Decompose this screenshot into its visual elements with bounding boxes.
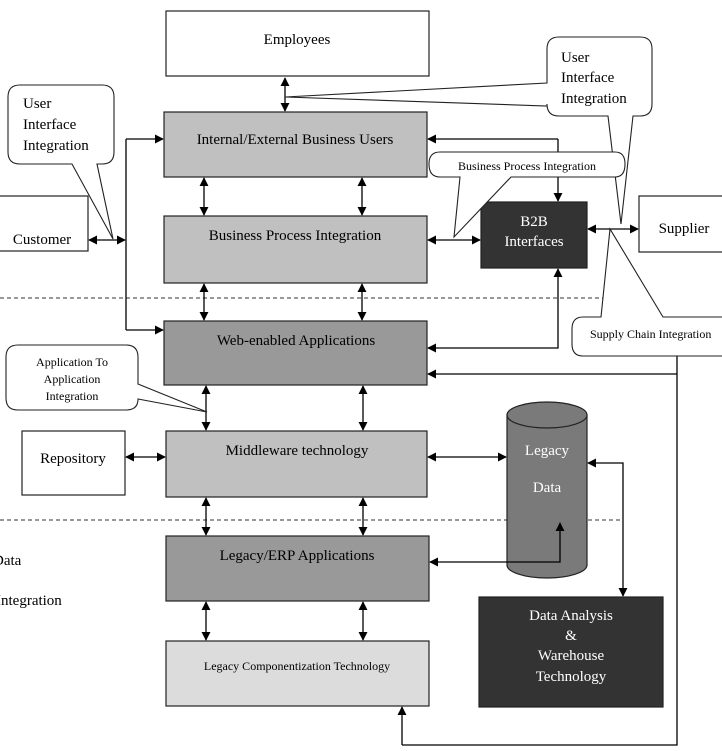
svg-text:B2B: B2B xyxy=(520,214,548,230)
svg-text:Legacy/ERP Applications: Legacy/ERP Applications xyxy=(220,548,375,564)
middleware-technology-box: Middleware technology xyxy=(165,430,428,498)
data-analysis-warehouse-box: Data Analysis & Warehouse Technology xyxy=(478,596,664,708)
svg-text:Web-enabled Applications: Web-enabled Applications xyxy=(217,333,375,349)
svg-text:Application: Application xyxy=(44,372,101,386)
web-enabled-applications-box: Web-enabled Applications xyxy=(163,320,428,386)
svg-text:Application To: Application To xyxy=(36,355,108,369)
svg-text:Warehouse: Warehouse xyxy=(538,648,605,664)
svg-text:Integration: Integration xyxy=(46,389,99,403)
svg-text:Technology: Technology xyxy=(536,669,607,685)
svg-text:Interface: Interface xyxy=(23,117,77,133)
customer-box: Customer xyxy=(0,195,89,252)
supplier-box: Supplier xyxy=(638,195,722,253)
business-users-box: Internal/External Business Users xyxy=(163,111,428,178)
svg-text:Customer: Customer xyxy=(13,232,71,248)
repository-box: Repository xyxy=(21,430,126,496)
svg-text:Business Process Integration: Business Process Integration xyxy=(209,228,382,244)
svg-text:Integration: Integration xyxy=(23,138,89,154)
legacy-erp-applications-box: Legacy/ERP Applications xyxy=(165,535,430,602)
business-process-integration-box: Business Process Integration xyxy=(163,215,428,284)
svg-text:Supply Chain Integration: Supply Chain Integration xyxy=(590,327,711,341)
side-label-data: Data xyxy=(0,553,22,569)
svg-text:&: & xyxy=(565,628,577,644)
svg-text:Legacy: Legacy xyxy=(525,443,570,459)
b2b-interfaces-box: B2B Interfaces xyxy=(480,201,588,269)
svg-text:Internal/External Business Use: Internal/External Business Users xyxy=(197,132,394,148)
integration-architecture-diagram: Employees Internal/External Business Use… xyxy=(0,10,722,746)
legacy-componentization-box: Legacy Componentization Technology xyxy=(165,640,430,707)
svg-text:Interfaces: Interfaces xyxy=(504,234,563,250)
legacy-data-cylinder: Legacy Data xyxy=(506,401,588,579)
side-label-integration: Integration xyxy=(0,593,62,609)
svg-text:Supplier: Supplier xyxy=(659,221,710,237)
svg-text:Integration: Integration xyxy=(561,91,627,107)
employees-box: Employees xyxy=(165,10,430,77)
svg-text:User: User xyxy=(561,50,589,66)
svg-text:Interface: Interface xyxy=(561,70,615,86)
svg-text:Employees: Employees xyxy=(264,32,331,48)
svg-text:User: User xyxy=(23,96,51,112)
svg-text:Data Analysis: Data Analysis xyxy=(529,608,613,624)
svg-text:Repository: Repository xyxy=(40,451,106,467)
svg-text:Data: Data xyxy=(533,480,562,496)
svg-text:Business Process Integration: Business Process Integration xyxy=(458,159,596,173)
svg-text:Legacy Componentization Techno: Legacy Componentization Technology xyxy=(204,659,390,673)
svg-text:Middleware technology: Middleware technology xyxy=(226,443,369,459)
